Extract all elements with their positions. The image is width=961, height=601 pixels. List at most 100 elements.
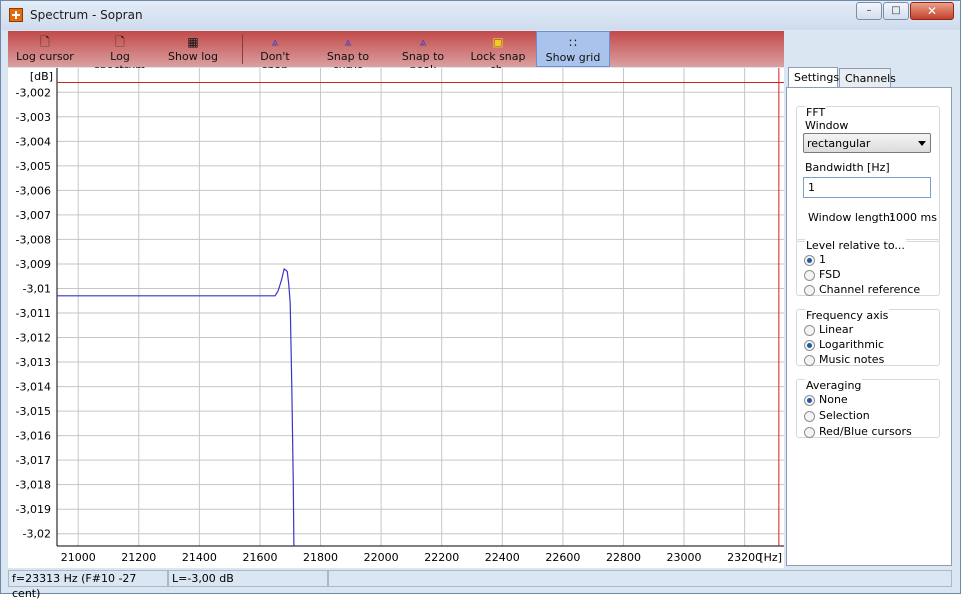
x-axis-label: [Hz] <box>759 551 782 564</box>
level-option-channel-ref[interactable]: Channel reference <box>804 283 920 296</box>
bandwidth-input[interactable]: 1 <box>803 177 931 198</box>
y-tick-label: -3,01 <box>23 282 51 295</box>
dont-snap-button[interactable]: ⩓ Don't snap <box>246 31 304 77</box>
y-axis-label: [dB] <box>30 70 53 83</box>
averaging-option-none[interactable]: None <box>804 393 848 406</box>
x-tick-label: 22400 <box>485 551 520 564</box>
snap-to-curve-button[interactable]: ⩓ Snap to curve <box>312 31 384 77</box>
app-icon <box>9 8 23 22</box>
tab-channels[interactable]: Channels <box>839 68 896 87</box>
fft-group: FFT Window rectangular Bandwidth [Hz] 1 … <box>796 106 940 242</box>
averaging-group: Averaging None Selection Red/Blue cursor… <box>796 379 940 438</box>
status-empty <box>328 570 952 587</box>
toolbar-separator <box>242 34 243 64</box>
log-cursor-label: Log cursor <box>16 50 74 63</box>
x-tick-label: 22800 <box>606 551 641 564</box>
radio-icon <box>804 394 815 406</box>
radio-icon <box>804 324 815 336</box>
level-option-fsd[interactable]: FSD <box>804 268 841 281</box>
radio-icon <box>804 254 815 266</box>
radio-icon <box>804 410 815 422</box>
y-tick-label: -3,014 <box>16 381 51 394</box>
level-option-1[interactable]: 1 <box>804 253 826 266</box>
averaging-option-cursors[interactable]: Red/Blue cursors <box>804 425 912 438</box>
frequency-option-label: Music notes <box>819 353 885 366</box>
window-label: Window <box>805 119 849 132</box>
spectrum-window: Spectrum - Sopran – □ ✕ 🗋 Log cursor 🗋 L… <box>0 0 961 600</box>
y-tick-label: -3,011 <box>16 307 51 320</box>
settings-panel: Settings Channels FFT Window rectangular… <box>786 67 952 568</box>
curve-icon: ⩓ <box>344 35 352 49</box>
fft-title: FFT <box>805 106 827 119</box>
status-level: L=-3,00 dB <box>168 570 328 587</box>
status-bar: f=23313 Hz (F#10 -27 cent) L=-3,00 dB <box>8 570 952 600</box>
x-tick-label: 22600 <box>545 551 580 564</box>
level-group: Level relative to... 1 FSD Channel refer… <box>796 239 940 296</box>
lock-snap-channel-button[interactable]: ▣ Lock snap ch. <box>462 31 534 77</box>
window-select[interactable]: rectangular <box>803 133 931 153</box>
log-icon: 🗋 <box>115 35 125 49</box>
frequency-axis-group: Frequency axis Linear Logarithmic Music … <box>796 309 940 366</box>
x-tick-label: 21600 <box>242 551 277 564</box>
show-log-label: Show log <box>168 50 218 63</box>
frequency-option-music[interactable]: Music notes <box>804 353 884 366</box>
y-tick-label: -3,009 <box>16 258 51 271</box>
x-tick-label: 22200 <box>424 551 459 564</box>
y-tick-label: -3,005 <box>16 160 51 173</box>
radio-icon <box>804 426 815 438</box>
curve-icon: ⩓ <box>271 35 279 49</box>
y-tick-label: -3,019 <box>16 503 51 516</box>
x-tick-label: 22000 <box>364 551 399 564</box>
y-tick-label: -3,002 <box>16 86 51 99</box>
averaging-title: Averaging <box>805 379 863 392</box>
y-tick-label: -3,016 <box>16 430 51 443</box>
spectrum-chart[interactable]: 21000 21200 21400 21600 21800 22000 22200 22400… <box>8 68 784 568</box>
averaging-option-selection[interactable]: Selection <box>804 409 870 422</box>
settings-tab-body: FFT Window rectangular Bandwidth [Hz] 1 … <box>786 87 952 566</box>
y-tick-label: -3,003 <box>16 111 51 124</box>
show-grid-button[interactable]: ∷ Show grid <box>536 31 610 67</box>
level-title: Level relative to... <box>805 239 906 252</box>
x-tick-label: 21000 <box>61 551 96 564</box>
lock-icon: ▣ <box>492 35 504 49</box>
x-tick-label: 23200 <box>727 551 762 564</box>
averaging-option-label: Selection <box>819 409 870 422</box>
close-button[interactable]: ✕ <box>910 2 954 20</box>
frequency-option-log[interactable]: Logarithmic <box>804 338 884 351</box>
spectrum-plot[interactable]: 21000 21200 21400 21600 21800 22000 22200 22400… <box>8 68 784 568</box>
grid-icon: ∷ <box>569 36 577 50</box>
status-frequency: f=23313 Hz (F#10 -27 cent) <box>8 570 168 600</box>
frequency-axis-title: Frequency axis <box>805 309 890 322</box>
bandwidth-label: Bandwidth [Hz] <box>805 161 890 174</box>
title-bar: Spectrum - Sopran – □ ✕ <box>1 1 960 30</box>
show-log-button[interactable]: ▦ Show log <box>166 31 220 67</box>
radio-icon <box>804 269 815 281</box>
y-tick-label: -3,006 <box>16 184 51 197</box>
frequency-option-label: Linear <box>819 323 854 336</box>
snap-to-peak-button[interactable]: ⩓ Snap to peak <box>388 31 458 77</box>
y-tick-label: -3,004 <box>16 135 51 148</box>
y-tick-label: -3,012 <box>16 332 51 345</box>
y-tick-label: -3,008 <box>16 233 51 246</box>
minimize-button[interactable]: – <box>856 2 882 20</box>
y-tick-label: -3,015 <box>16 405 51 418</box>
maximize-button[interactable]: □ <box>883 2 909 20</box>
curve-icon: ⩓ <box>419 35 427 49</box>
tab-settings[interactable]: Settings <box>788 67 839 88</box>
level-option-label: Channel reference <box>819 283 921 296</box>
log-icon: 🗋 <box>40 35 50 49</box>
log-spectrum-button[interactable]: 🗋 Log spectrum <box>84 31 156 77</box>
table-icon: ▦ <box>187 35 199 49</box>
frequency-option-linear[interactable]: Linear <box>804 323 853 336</box>
window-title: Spectrum - Sopran <box>30 8 143 22</box>
radio-icon <box>804 339 815 351</box>
toolbar: 🗋 Log cursor 🗋 Log spectrum ▦ Show log ⩓… <box>8 31 784 77</box>
log-cursor-button[interactable]: 🗋 Log cursor <box>16 31 74 67</box>
x-tick-label: 21400 <box>182 551 217 564</box>
plot-area <box>57 68 784 546</box>
level-option-label: FSD <box>819 268 841 281</box>
level-option-label: 1 <box>819 253 826 266</box>
y-tick-label: -3,013 <box>16 356 51 369</box>
window-length-label: Window length: <box>808 211 894 224</box>
y-tick-label: -3,007 <box>16 209 51 222</box>
